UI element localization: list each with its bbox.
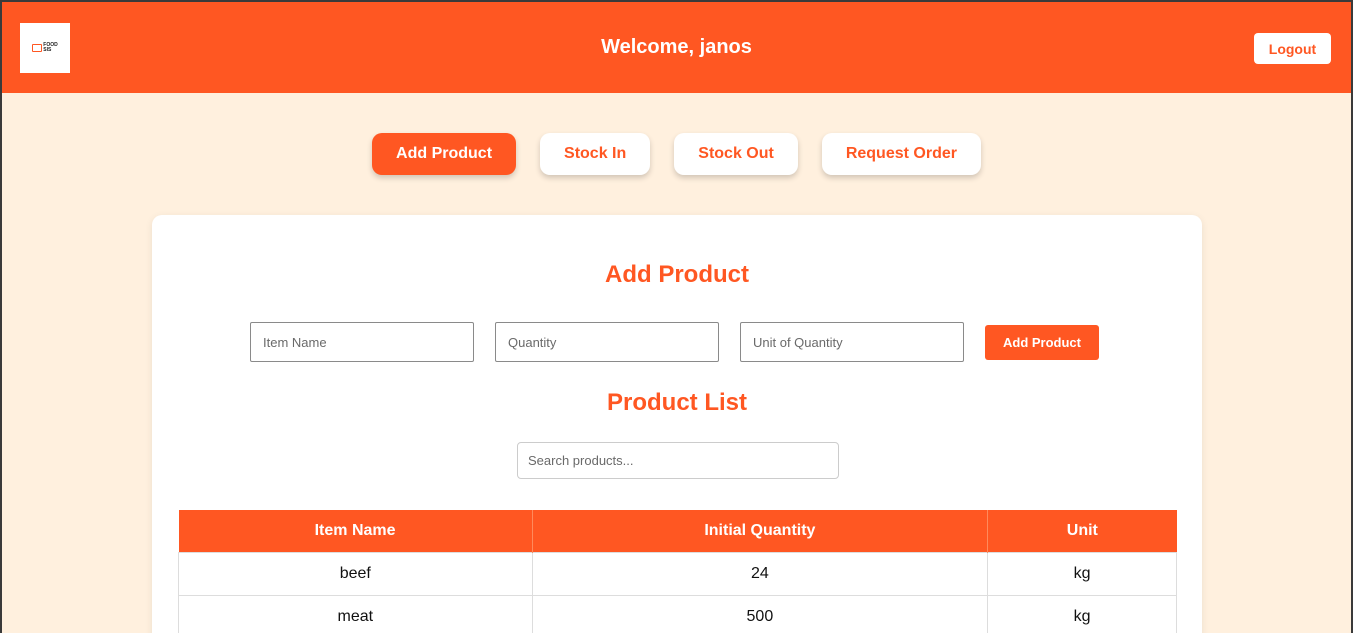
cell-item-name: beef — [178, 551, 533, 596]
app-logo: FOOD SIS — [20, 23, 70, 73]
app-window: FOOD SIS Welcome, janos Logout Add Produ… — [0, 0, 1353, 633]
column-header-unit[interactable]: Unit — [987, 510, 1177, 552]
product-table: Item Name Initial Quantity Unit beef 24 … — [178, 510, 1177, 633]
top-header: FOOD SIS Welcome, janos Logout — [2, 2, 1351, 93]
cell-item-name: meat — [178, 594, 533, 633]
cell-unit: kg — [987, 551, 1177, 596]
cell-unit: kg — [987, 594, 1177, 633]
cell-initial-quantity: 24 — [531, 551, 989, 596]
add-product-form: Add Product — [250, 322, 1099, 362]
cell-initial-quantity: 500 — [531, 594, 989, 633]
nav-stock-in-button[interactable]: Stock In — [540, 133, 651, 175]
nav-add-product-button[interactable]: Add Product — [372, 133, 517, 175]
table-row[interactable]: beef 24 kg — [178, 551, 1177, 596]
column-header-initial-quantity[interactable]: Initial Quantity — [532, 510, 989, 552]
add-product-submit-button[interactable]: Add Product — [985, 324, 1099, 360]
column-header-item-name[interactable]: Item Name — [178, 510, 533, 552]
main-nav: Add Product Stock In Stock Out Request O… — [2, 133, 1351, 175]
nav-stock-out-button[interactable]: Stock Out — [674, 133, 798, 175]
nav-request-order-button[interactable]: Request Order — [821, 133, 981, 175]
search-products-input[interactable] — [517, 442, 839, 479]
add-product-title: Add Product — [605, 261, 749, 288]
logo-icon: FOOD SIS — [32, 43, 58, 53]
product-list-title: Product List — [606, 389, 747, 416]
logo-text: FOOD SIS — [43, 43, 57, 53]
table-header-row: Item Name Initial Quantity Unit — [178, 510, 1177, 552]
unit-of-quantity-input[interactable] — [740, 322, 964, 362]
logout-button[interactable]: Logout — [1254, 33, 1331, 64]
logo-text-bottom: SIS — [43, 47, 52, 53]
table-row[interactable]: meat 500 kg — [178, 594, 1177, 633]
welcome-message: Welcome, janos — [601, 36, 752, 58]
logo-box-icon — [32, 44, 43, 52]
quantity-input[interactable] — [495, 322, 719, 362]
item-name-input[interactable] — [250, 322, 474, 362]
content-card: Add Product Add Product Product List Ite… — [152, 215, 1202, 633]
